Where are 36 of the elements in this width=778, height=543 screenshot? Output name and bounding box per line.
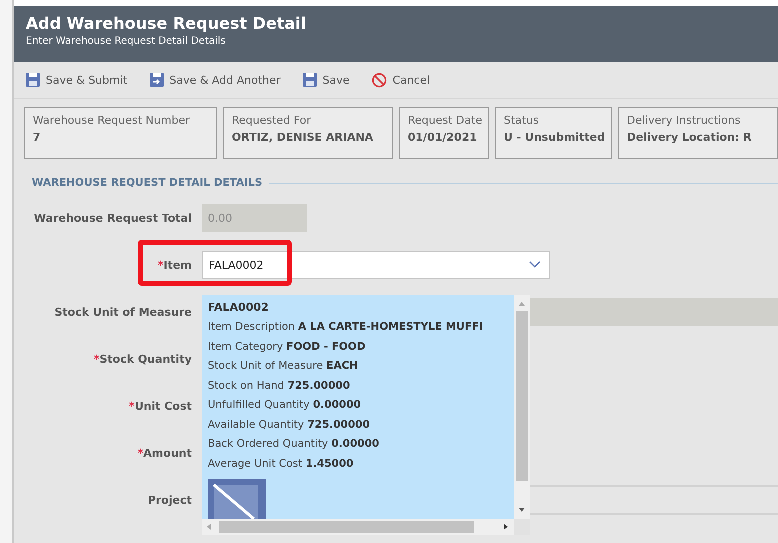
field-label: *Amount	[136, 446, 192, 460]
save-button[interactable]: Save & Add Another	[150, 73, 281, 87]
window-subtitle: Enter Warehouse Request Detail Details	[26, 36, 227, 47]
card-label: Delivery Instructions	[627, 114, 742, 127]
dropdown-detail: Stock Unit of Measure EACH	[208, 359, 360, 374]
field-label: *Unit Cost	[128, 400, 192, 412]
field-label: Warehouse Request Total	[33, 212, 192, 224]
readonly-field: 0.00	[202, 204, 307, 232]
save-button[interactable]: Save & Submit	[26, 73, 128, 87]
dropdown-detail: Back Ordered Quantity 0.00000	[208, 437, 380, 452]
dropdown-item-code: FALA0002	[208, 301, 270, 314]
card-value: U - Unsubmitted	[504, 131, 603, 144]
field-label: Stock Unit of Measure	[54, 306, 192, 318]
window-title: Add Warehouse Request Detail	[26, 14, 308, 33]
card-value: 7	[33, 131, 42, 144]
item-combo-field[interactable]: FALA0002	[202, 251, 550, 279]
card-value: Delivery Location: R	[627, 131, 753, 144]
card-label: Request Date	[408, 114, 480, 127]
section-title: WAREHOUSE REQUEST DETAIL DETAILS	[32, 177, 263, 189]
card-label: Status	[504, 114, 540, 127]
save-button[interactable]: Save	[302, 73, 350, 87]
card-value: 01/01/2021	[408, 131, 478, 144]
field-label: *Item	[156, 258, 192, 272]
card-value: ORTIZ, DENISE ARIANA	[232, 131, 374, 144]
field-label: *Stock Quantity	[92, 352, 192, 366]
field-value: FALA0002	[209, 258, 264, 272]
card-label: Warehouse Request Number	[33, 114, 191, 127]
cancel-button[interactable]: Cancel	[372, 72, 430, 88]
card-label: Requested For	[232, 114, 312, 127]
dropdown-detail: Item Category FOOD - FOOD	[208, 340, 367, 354]
dropdown-detail: Unfulfilled Quantity 0.00000	[208, 398, 362, 413]
dropdown-detail: Item Description A LA CARTE-HOMESTYLE MUFFI	[208, 320, 484, 335]
dropdown-detail: Average Unit Cost 1.45000	[208, 456, 355, 472]
dropdown-detail: Available Quantity 725.00000	[208, 418, 372, 432]
field-label: Project	[146, 494, 192, 506]
dropdown-detail: Stock on Hand 725.00000	[208, 378, 352, 394]
